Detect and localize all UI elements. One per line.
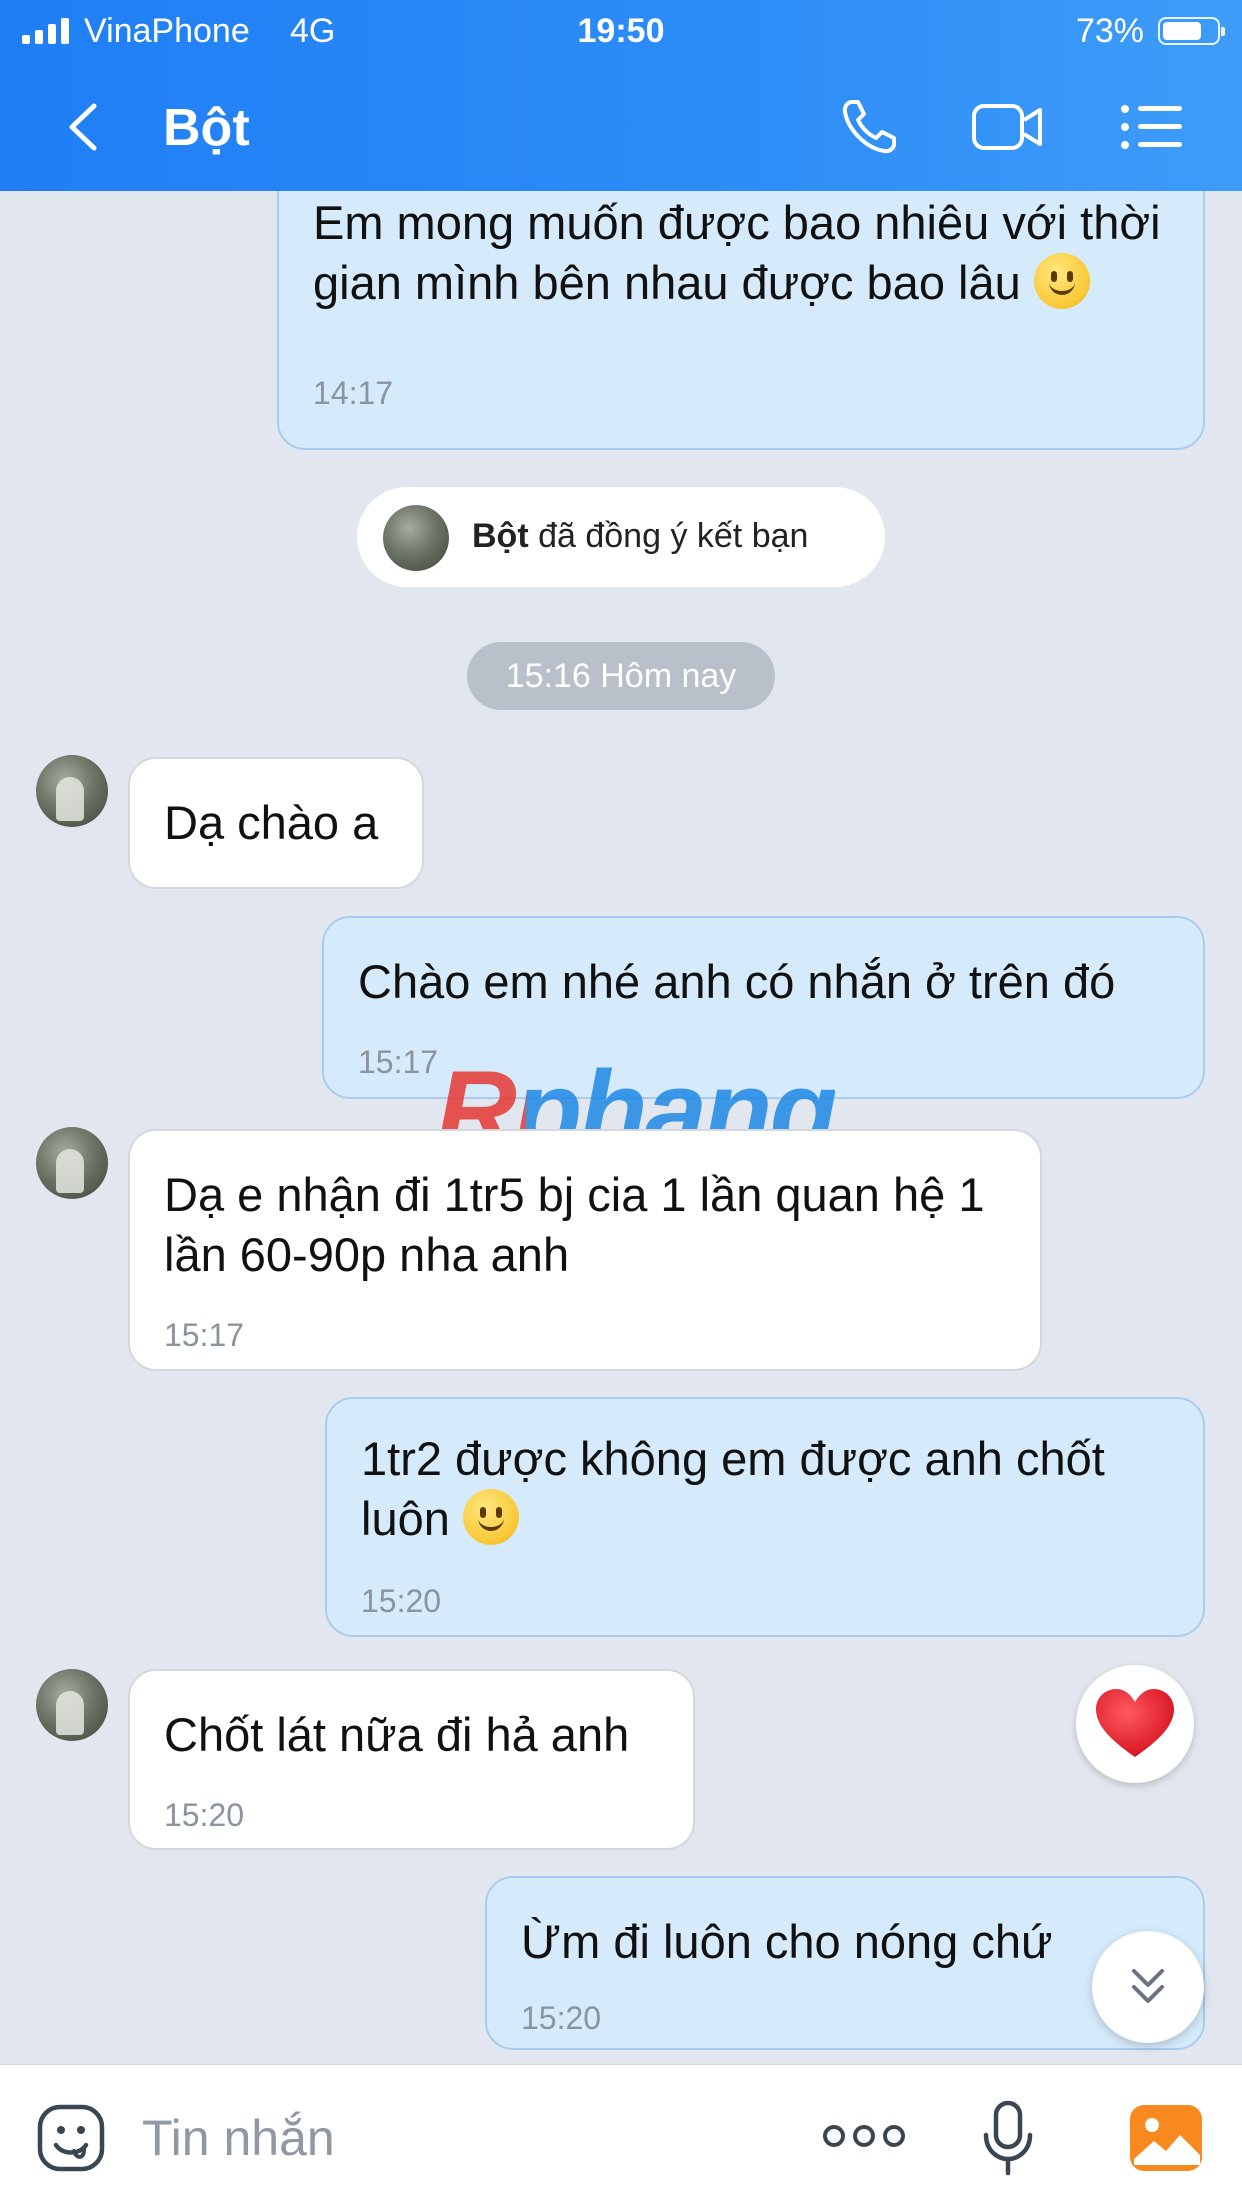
message-time: 14:17 xyxy=(313,375,394,411)
friend-accepted-text: Bột đã đồng ý kết bạn xyxy=(472,517,809,555)
avatar[interactable] xyxy=(36,755,108,827)
avatar[interactable] xyxy=(36,1127,108,1199)
message-text: Dạ chào a xyxy=(164,796,379,849)
message-input[interactable]: Tin nhắn xyxy=(142,2109,335,2167)
friend-accepted-notice: Bột đã đồng ý kết bạn xyxy=(357,487,885,587)
scroll-to-bottom-button[interactable] xyxy=(1092,1931,1204,2043)
clock: 19:50 xyxy=(577,12,665,50)
message-text: Em mong muốn được bao nhiêu với thời gia… xyxy=(313,196,1174,309)
options-button[interactable] xyxy=(1118,96,1188,158)
message-bubble-outgoing[interactable]: 1tr2 được không em được anh chốt luôn 15… xyxy=(325,1397,1205,1637)
message-list[interactable]: Em mong muốn được bao nhiêu với thời gia… xyxy=(0,191,1242,2064)
more-icon xyxy=(823,2125,905,2147)
battery-percent: 73% xyxy=(1075,12,1144,50)
send-photo-button[interactable] xyxy=(1128,2103,1204,2173)
more-options-button[interactable] xyxy=(822,2115,906,2157)
menu-icon xyxy=(1121,105,1182,149)
date-separator: 15:16 Hôm nay xyxy=(467,642,775,710)
avatar[interactable] xyxy=(383,505,449,571)
message-text: Ừm đi luôn cho nóng chứ xyxy=(521,1915,1053,1968)
heart-icon xyxy=(1096,1689,1174,1757)
message-text: Chốt lát nữa đi hả anh xyxy=(164,1708,630,1761)
back-icon xyxy=(69,103,97,151)
message-text: 1tr2 được không em được anh chốt luôn xyxy=(361,1432,1118,1545)
avatar[interactable] xyxy=(36,1669,108,1741)
message-bubble-outgoing[interactable]: Em mong muốn được bao nhiêu với thời gia… xyxy=(277,191,1205,450)
message-bubble-incoming[interactable]: Dạ e nhận đi 1tr5 bj cia 1 lần quan hệ 1… xyxy=(128,1129,1042,1371)
message-time: 15:20 xyxy=(521,2000,602,2036)
smile-emoji-icon xyxy=(1033,253,1090,309)
status-bar: VinaPhone 4G 19:50 73% xyxy=(0,0,1242,62)
sticker-button[interactable] xyxy=(36,2103,106,2173)
video-call-button[interactable] xyxy=(970,96,1042,158)
smile-emoji-icon xyxy=(462,1489,519,1545)
contact-name[interactable]: Bột xyxy=(163,98,250,158)
phone-icon xyxy=(842,100,896,154)
back-button[interactable] xyxy=(60,96,116,158)
message-time: 15:17 xyxy=(164,1317,245,1353)
call-button[interactable] xyxy=(838,96,908,158)
message-bubble-incoming[interactable]: Chốt lát nữa đi hả anh 15:20 xyxy=(128,1669,695,1850)
sticker-icon xyxy=(37,2104,105,2172)
message-input-bar: Tin nhắn xyxy=(0,2064,1242,2208)
double-chevron-down-icon xyxy=(1132,1969,1164,2003)
message-text: Dạ e nhận đi 1tr5 bj cia 1 lần quan hệ 1… xyxy=(164,1168,998,1281)
message-text: Chào em nhé anh có nhắn ở trên đó xyxy=(358,955,1116,1008)
message-time: 15:17 xyxy=(358,1044,439,1080)
chat-header: VinaPhone 4G 19:50 73% Bột xyxy=(0,0,1242,191)
message-time: 15:20 xyxy=(361,1583,442,1619)
mic-icon xyxy=(983,2100,1033,2176)
message-time: 15:20 xyxy=(164,1797,245,1833)
voice-message-button[interactable] xyxy=(980,2099,1036,2177)
message-bubble-incoming[interactable]: Dạ chào a xyxy=(128,757,424,889)
battery-level xyxy=(1163,22,1201,40)
reaction-button[interactable] xyxy=(1076,1665,1194,1783)
video-icon xyxy=(972,104,1042,150)
image-icon xyxy=(1130,2105,1202,2171)
battery-icon xyxy=(1158,17,1225,45)
